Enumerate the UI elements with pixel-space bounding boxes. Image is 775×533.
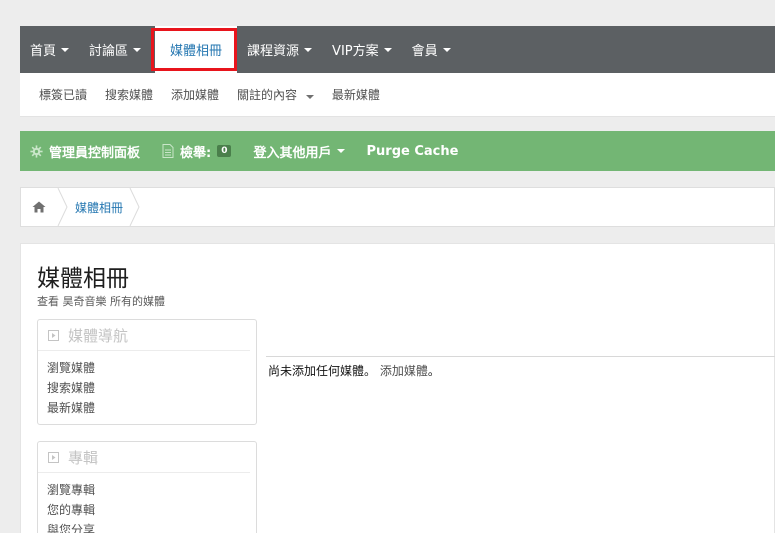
tab-vip[interactable]: VIP方案	[322, 26, 402, 73]
breadcrumb-separator	[129, 188, 140, 226]
play-square-icon	[48, 329, 59, 341]
block-header: 專輯	[38, 442, 250, 473]
chevron-down-icon	[336, 149, 345, 153]
empty-state-text: 尚未添加任何媒體。	[268, 364, 377, 378]
chevron-down-icon	[442, 47, 451, 52]
chevron-down-icon	[383, 47, 392, 52]
document-icon	[162, 144, 174, 158]
chevron-down-icon	[304, 47, 313, 52]
admin-reports-label: 檢舉:	[180, 145, 212, 161]
admin-reports-link[interactable]: 檢舉: 0	[162, 142, 232, 161]
admin-login-as-link[interactable]: 登入其他用戶	[253, 142, 345, 161]
admin-control-panel-label: 管理員控制面板	[49, 145, 141, 161]
block-title: 媒體導航	[68, 326, 129, 345]
browse-albums-link[interactable]: 瀏覽專輯	[47, 480, 256, 500]
tab-courses[interactable]: 課程資源	[237, 26, 322, 73]
admin-control-panel-link[interactable]: 管理員控制面板	[30, 142, 140, 161]
chevron-down-icon	[133, 47, 142, 52]
reports-count-badge: 0	[217, 145, 232, 157]
tab-members[interactable]: 會員	[402, 26, 461, 73]
admin-purge-cache-label: Purge Cache	[366, 143, 459, 159]
tab-media-label: 媒體相冊	[170, 44, 223, 59]
sub-link-watched-label: 關註的內容	[237, 88, 298, 102]
tab-members-label: 會員	[411, 44, 438, 59]
sub-link-mark-read[interactable]: 標簽已讀	[30, 86, 96, 103]
home-icon	[32, 201, 46, 213]
top-navigation: 首頁 討論區 媒體相冊 課程資源 VIP方案 會員	[20, 26, 775, 73]
page-description: 查看 昊奇音樂 所有的媒體	[37, 295, 165, 308]
your-albums-link[interactable]: 您的專輯	[47, 500, 256, 520]
block-title: 專輯	[68, 448, 99, 467]
tab-home[interactable]: 首頁	[20, 26, 79, 73]
sub-link-add-media[interactable]: 添加媒體	[162, 86, 228, 103]
new-media-link[interactable]: 最新媒體	[47, 398, 256, 418]
content-divider	[266, 356, 775, 357]
tab-home-label: 首頁	[30, 44, 57, 59]
tab-courses-label: 課程資源	[247, 44, 300, 59]
chevron-down-icon	[61, 47, 70, 52]
media-navigation-block: 媒體導航 瀏覽媒體 搜索媒體 最新媒體	[37, 319, 257, 425]
breadcrumb: 媒體相冊	[20, 187, 775, 227]
admin-login-as-label: 登入其他用戶	[253, 145, 332, 161]
gear-icon	[30, 144, 43, 158]
tab-vip-label: VIP方案	[332, 44, 379, 59]
sub-link-watched[interactable]: 關註的內容	[228, 86, 323, 103]
empty-state-message: 尚未添加任何媒體。 添加媒體。	[268, 362, 440, 379]
sub-link-search-media[interactable]: 搜索媒體	[96, 86, 162, 103]
block-header: 媒體導航	[38, 320, 250, 351]
search-media-link[interactable]: 搜索媒體	[47, 378, 256, 398]
sub-link-new-media[interactable]: 最新媒體	[323, 86, 389, 103]
tab-forums-label: 討論區	[89, 44, 129, 59]
tab-forums[interactable]: 討論區	[79, 26, 151, 73]
tab-media[interactable]: 媒體相冊	[155, 26, 238, 73]
shared-with-you-link[interactable]: 與您分享	[47, 520, 256, 533]
admin-purge-cache-link[interactable]: Purge Cache	[367, 144, 459, 159]
breadcrumb-item-media[interactable]: 媒體相冊	[69, 199, 129, 216]
admin-bar: 管理員控制面板 檢舉: 0 登入其他用戶 Purge Cache	[20, 131, 775, 171]
page-title: 媒體相冊	[37, 266, 129, 292]
albums-block: 專輯 瀏覽專輯 您的專輯 與您分享	[37, 441, 257, 533]
add-media-link[interactable]: 添加媒體	[380, 364, 428, 378]
empty-state-suffix: 。	[427, 364, 440, 378]
browse-media-link[interactable]: 瀏覽媒體	[47, 358, 256, 378]
breadcrumb-separator	[57, 188, 68, 226]
play-square-icon	[48, 451, 59, 463]
breadcrumb-home[interactable]	[21, 188, 57, 226]
sub-navigation: 標簽已讀 搜索媒體 添加媒體 關註的內容 最新媒體	[20, 73, 775, 117]
chevron-down-icon	[305, 95, 314, 99]
